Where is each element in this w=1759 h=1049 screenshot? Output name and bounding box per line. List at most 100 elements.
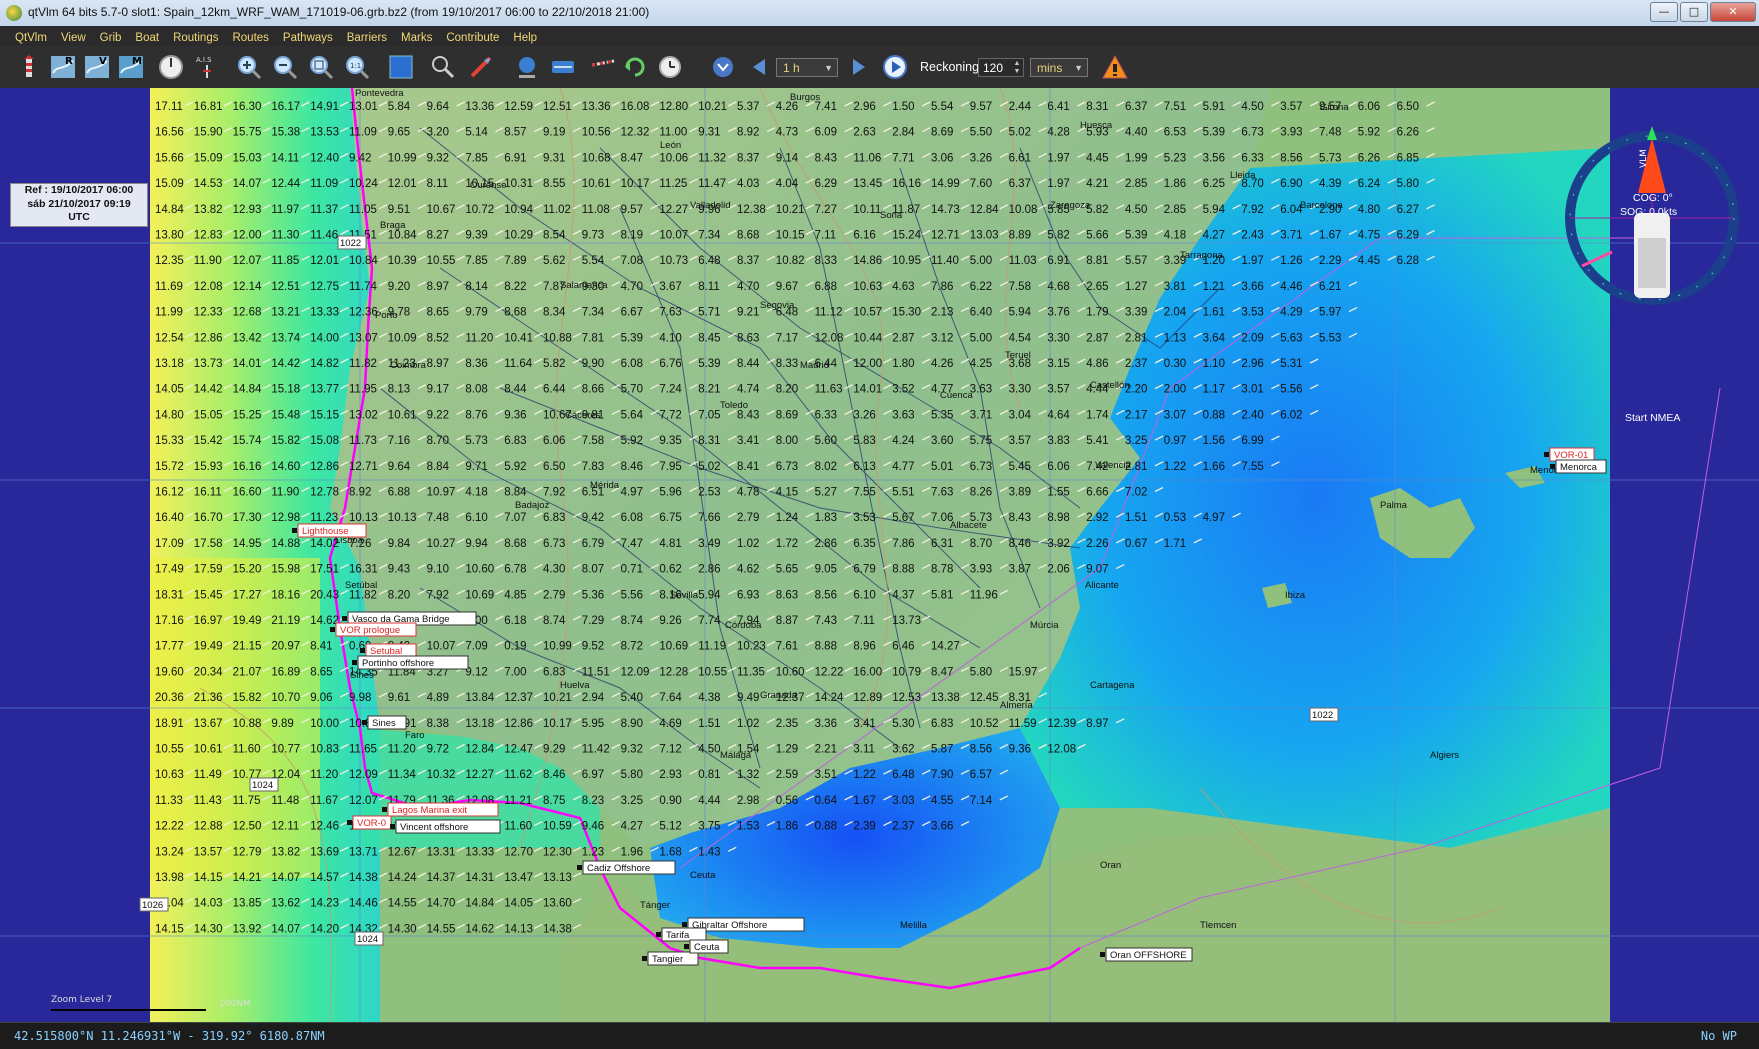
mark-point[interactable] <box>352 660 357 665</box>
mark-label[interactable]: VOR-01 <box>1554 450 1588 461</box>
mark-label[interactable]: Cadiz Offshore <box>587 863 650 874</box>
mark-point[interactable] <box>360 648 365 653</box>
menu-barriers[interactable]: Barriers <box>340 28 394 48</box>
menu-pathways[interactable]: Pathways <box>276 28 340 48</box>
mark-label[interactable]: Lighthouse <box>302 526 348 537</box>
wind-speed-value: 1.97 <box>1047 178 1069 190</box>
wind-speed-value: 5.40 <box>621 692 643 704</box>
mark-label[interactable]: Tangier <box>652 954 683 965</box>
select-area-icon[interactable] <box>386 52 416 82</box>
mark-label[interactable]: Lagos Marina exit <box>392 805 467 816</box>
mark-point[interactable] <box>682 922 687 927</box>
wind-speed-value: 8.68 <box>504 307 526 319</box>
mark-point[interactable] <box>684 944 689 949</box>
wind-speed-value: 3.87 <box>1009 564 1031 576</box>
menu-boat[interactable]: Boat <box>128 28 166 48</box>
start-nmea-button[interactable]: Start NMEA <box>1625 412 1680 424</box>
draw-route-icon[interactable] <box>466 52 496 82</box>
place-label: Múrcia <box>1030 620 1059 631</box>
mark-label[interactable]: VOR prologue <box>340 625 400 636</box>
wind-speed-value: 15.72 <box>155 461 184 473</box>
barrier-icon[interactable] <box>588 52 618 82</box>
menu-contribute[interactable]: Contribute <box>439 28 506 48</box>
zoom-out-icon[interactable] <box>270 52 300 82</box>
wind-speed-value: 4.25 <box>970 358 992 370</box>
mark-label[interactable]: Setubal <box>370 646 402 657</box>
maximize-button[interactable]: □ <box>1680 2 1708 22</box>
spin-down-icon[interactable]: ▼ <box>1012 68 1022 76</box>
wind-speed-value: 0.64 <box>815 795 838 807</box>
menu-routings[interactable]: Routings <box>166 28 225 48</box>
refresh-icon[interactable] <box>620 52 650 82</box>
menu-help[interactable]: Help <box>506 28 544 48</box>
grib-v-icon[interactable]: V <box>82 52 112 82</box>
mark-point[interactable] <box>382 807 387 812</box>
mark-label[interactable]: Oran OFFSHORE <box>1110 950 1187 961</box>
zoom-in-icon[interactable] <box>234 52 264 82</box>
ais-icon[interactable]: A.I.S <box>192 52 222 82</box>
wind-speed-value: 7.09 <box>465 641 487 653</box>
play-icon[interactable] <box>880 52 910 82</box>
mark-point[interactable] <box>292 528 297 533</box>
minimize-button[interactable]: — <box>1650 2 1678 22</box>
mark-point[interactable] <box>362 720 367 725</box>
mark-label[interactable]: VOR-0 <box>357 818 386 829</box>
mark-label[interactable]: Vincent offshore <box>400 822 468 833</box>
dropdown-circle-icon[interactable] <box>708 52 738 82</box>
wind-speed-value: 4.27 <box>621 821 643 833</box>
reckoning-input[interactable]: 120 ▲ ▼ <box>978 58 1024 77</box>
wind-speed-value: 9.90 <box>582 358 604 370</box>
clock-icon[interactable] <box>655 52 685 82</box>
wind-speed-value: 12.07 <box>349 795 378 807</box>
next-icon[interactable] <box>844 52 874 82</box>
spin-up-icon[interactable]: ▲ <box>1012 60 1022 68</box>
wind-speed-value: 2.86 <box>698 564 720 576</box>
menu-view[interactable]: View <box>54 28 93 48</box>
compass-icon[interactable] <box>156 52 186 82</box>
wind-speed-value: 9.05 <box>815 564 837 576</box>
menu-grib[interactable]: Grib <box>93 28 129 48</box>
mark-point[interactable] <box>1550 464 1555 469</box>
wind-speed-value: 8.72 <box>621 641 643 653</box>
mark-point[interactable] <box>1100 952 1105 957</box>
mark-label[interactable]: Portinho offshore <box>362 658 434 669</box>
lighthouse-icon[interactable] <box>14 52 44 82</box>
wind-speed-value: 10.79 <box>892 666 921 678</box>
grib-r-icon[interactable]: R <box>48 52 78 82</box>
search-icon[interactable] <box>428 52 458 82</box>
step-select[interactable]: 1 h ▼ <box>776 58 838 77</box>
reckoning-unit-select[interactable]: mins ▼ <box>1030 58 1088 77</box>
mark-point[interactable] <box>577 865 582 870</box>
zoom-boat-icon[interactable]: 1:1 <box>342 52 372 82</box>
mark-label[interactable]: Tarifa <box>666 930 690 941</box>
mark-label[interactable]: Sines <box>372 718 396 729</box>
wind-speed-value: 14.62 <box>310 615 339 627</box>
mark-label[interactable]: Ceuta <box>694 942 720 953</box>
wind-speed-value: 6.10 <box>853 589 875 601</box>
boat-list-icon[interactable] <box>548 52 578 82</box>
globe-boat-icon[interactable] <box>512 52 542 82</box>
mark-point[interactable] <box>642 956 647 961</box>
wind-speed-value: 11.42 <box>582 744 610 756</box>
warning-icon[interactable] <box>1100 52 1130 82</box>
menu-qtvlm[interactable]: QtVlm <box>8 28 54 48</box>
wind-speed-value: 1.51 <box>1125 512 1147 524</box>
wind-speed-value: 5.82 <box>1047 230 1069 242</box>
wind-speed-value: 9.79 <box>465 307 487 319</box>
mark-point[interactable] <box>656 932 661 937</box>
mark-point[interactable] <box>330 627 335 632</box>
close-button[interactable]: ✕ <box>1710 2 1756 22</box>
map-canvas[interactable]: 17.11 16.81 16.30 16.17 14.91 13.01 5.84 9.64 13… <box>0 88 1759 1022</box>
prev-icon[interactable] <box>744 52 774 82</box>
grib-m-icon[interactable]: M <box>116 52 146 82</box>
mark-point[interactable] <box>1544 452 1549 457</box>
map-view[interactable]: 17.11 16.81 16.30 16.17 14.91 13.01 5.84 9.64 13… <box>0 88 1759 1022</box>
mark-point[interactable] <box>342 616 347 621</box>
mark-point[interactable] <box>347 820 352 825</box>
zoom-fit-icon[interactable] <box>306 52 336 82</box>
wind-speed-value: 14.37 <box>427 872 456 884</box>
menu-routes[interactable]: Routes <box>225 28 275 48</box>
mark-label[interactable]: Menorca <box>1560 462 1598 473</box>
mark-point[interactable] <box>390 824 395 829</box>
menu-marks[interactable]: Marks <box>394 28 439 48</box>
